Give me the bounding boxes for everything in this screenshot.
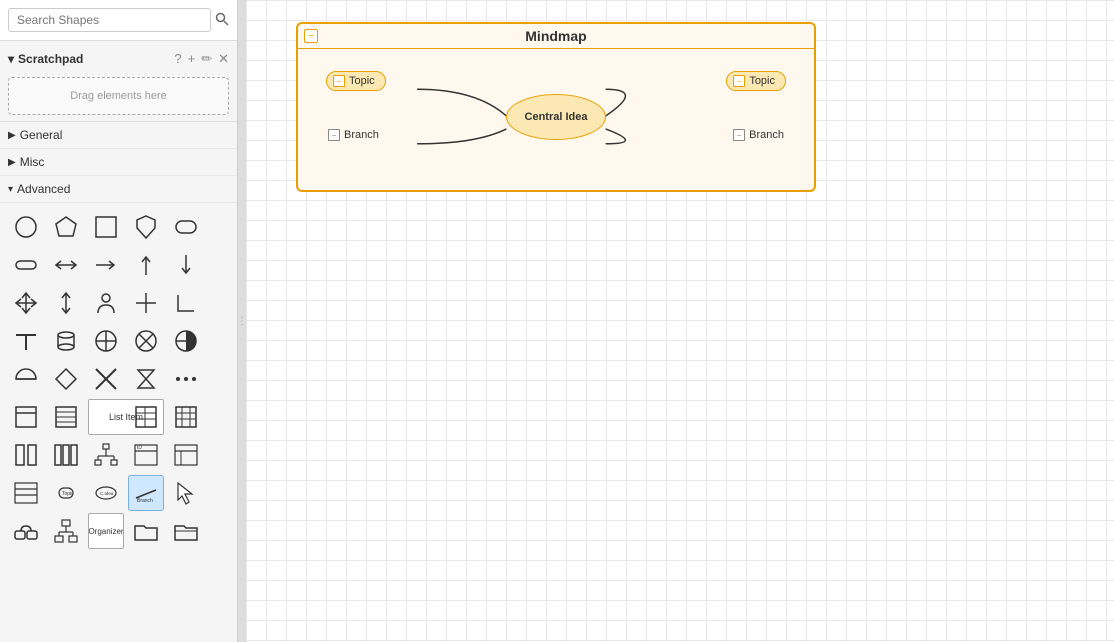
- panel-divider[interactable]: ⋮: [238, 0, 246, 642]
- shape-t[interactable]: [8, 323, 44, 359]
- category-misc[interactable]: ▶ Misc: [0, 149, 237, 176]
- edit-icon[interactable]: ✏: [201, 51, 212, 67]
- svg-text:Topic: Topic: [62, 491, 74, 497]
- scratchpad-title: ▾ Scratchpad: [8, 52, 83, 66]
- branch-right[interactable]: − Branch: [733, 129, 784, 141]
- branch-left-icon: −: [328, 129, 340, 141]
- shape-arrow-up[interactable]: [128, 247, 164, 283]
- shape-entity2[interactable]: [168, 437, 204, 473]
- shape-mindmap-list[interactable]: [8, 475, 44, 511]
- topic-right[interactable]: − Topic: [726, 71, 786, 91]
- shape-branch[interactable]: Branch: [128, 475, 164, 511]
- shape-diamond[interactable]: [48, 361, 84, 397]
- advanced-arrow-icon: ▾: [8, 184, 13, 195]
- category-advanced[interactable]: ▾ Advanced: [0, 176, 237, 203]
- shape-stadium[interactable]: [8, 247, 44, 283]
- topic-left-icon: −: [333, 75, 345, 87]
- shape-columns1[interactable]: [8, 437, 44, 473]
- canvas[interactable]: − Mindmap: [246, 0, 1114, 642]
- left-panel: ▾ Scratchpad ? + ✏ ✕ Drag elements here …: [0, 0, 238, 642]
- shape-half-circle[interactable]: [8, 361, 44, 397]
- shape-arrow-down[interactable]: [168, 247, 204, 283]
- scratchpad-header: ▾ Scratchpad ? + ✏ ✕: [8, 47, 229, 71]
- branch-right-icon: −: [733, 129, 745, 141]
- shape-org-chart[interactable]: [48, 513, 84, 549]
- mindmap-title: Mindmap: [525, 28, 586, 44]
- shape-mindmap-node[interactable]: Topic: [48, 475, 84, 511]
- shape-window[interactable]: [8, 399, 44, 435]
- shape-corner[interactable]: [168, 285, 204, 321]
- shape-arrows-4way[interactable]: [8, 285, 44, 321]
- close-icon[interactable]: ✕: [218, 51, 229, 67]
- add-icon[interactable]: +: [188, 51, 196, 67]
- mindmap-title-bar: − Mindmap: [298, 24, 814, 49]
- search-button[interactable]: [215, 12, 229, 29]
- general-arrow-icon: ▶: [8, 130, 16, 141]
- shape-circle-cross[interactable]: [88, 323, 124, 359]
- shapes-scroll[interactable]: ▶ General ▶ Misc ▾ Advanced: [0, 122, 237, 642]
- shape-entity[interactable]: ID: [128, 437, 164, 473]
- shape-cylinder[interactable]: [48, 323, 84, 359]
- mindmap-inner: − Topic − Branch Central Idea −: [298, 49, 814, 184]
- shape-folder2[interactable]: [168, 513, 204, 549]
- shape-pentagon[interactable]: [48, 209, 84, 245]
- shape-dots[interactable]: [168, 361, 204, 397]
- misc-arrow-icon: ▶: [8, 157, 16, 168]
- shape-folder[interactable]: [128, 513, 164, 549]
- shape-list[interactable]: [48, 399, 84, 435]
- topic-right-icon: −: [733, 75, 745, 87]
- shape-org-text[interactable]: Organizer: [88, 513, 124, 549]
- mindmap-collapse-button[interactable]: −: [304, 29, 318, 43]
- scratchpad-icons: ? + ✏ ✕: [174, 51, 229, 67]
- shape-arrow-right[interactable]: [88, 247, 124, 283]
- main-area: − Mindmap: [246, 0, 1114, 642]
- mindmap-box[interactable]: − Mindmap: [296, 22, 816, 192]
- search-bar: [0, 0, 237, 41]
- svg-text:Branch: Branch: [137, 498, 153, 504]
- shape-person[interactable]: [88, 285, 124, 321]
- shape-square[interactable]: [88, 209, 124, 245]
- shape-hourglass[interactable]: [128, 361, 164, 397]
- shape-shield[interactable]: [128, 209, 164, 245]
- collapse-arrow[interactable]: ▾: [8, 52, 14, 66]
- svg-text:C.Idea: C.Idea: [100, 491, 114, 496]
- shape-rounded-rect[interactable]: [168, 209, 204, 245]
- search-input[interactable]: [8, 8, 211, 32]
- branch-left[interactable]: − Branch: [328, 129, 379, 141]
- shape-arrow-up-down[interactable]: [48, 285, 84, 321]
- shape-cursor[interactable]: [168, 475, 204, 511]
- shape-table[interactable]: [128, 399, 164, 435]
- advanced-shapes-grid: List Item: [0, 203, 237, 555]
- shape-central-idea[interactable]: C.Idea: [88, 475, 124, 511]
- shape-link[interactable]: [8, 513, 44, 549]
- scratchpad-section: ▾ Scratchpad ? + ✏ ✕ Drag elements here: [0, 41, 237, 122]
- drag-area[interactable]: Drag elements here: [8, 77, 229, 115]
- mindmap-container: − Mindmap: [296, 22, 816, 197]
- shape-x-shape[interactable]: [88, 361, 124, 397]
- shape-cross[interactable]: [128, 285, 164, 321]
- help-icon[interactable]: ?: [174, 51, 181, 67]
- svg-text:ID: ID: [137, 445, 142, 451]
- search-icon: [215, 12, 229, 26]
- shape-circle[interactable]: [8, 209, 44, 245]
- shape-x-circle[interactable]: [128, 323, 164, 359]
- shape-arrow-left-right[interactable]: [48, 247, 84, 283]
- shape-columns2[interactable]: [48, 437, 84, 473]
- category-general[interactable]: ▶ General: [0, 122, 237, 149]
- central-idea[interactable]: Central Idea: [506, 94, 606, 140]
- topic-left[interactable]: − Topic: [326, 71, 386, 91]
- shape-table2[interactable]: [168, 399, 204, 435]
- shape-circle-half[interactable]: [168, 323, 204, 359]
- shape-tree[interactable]: [88, 437, 124, 473]
